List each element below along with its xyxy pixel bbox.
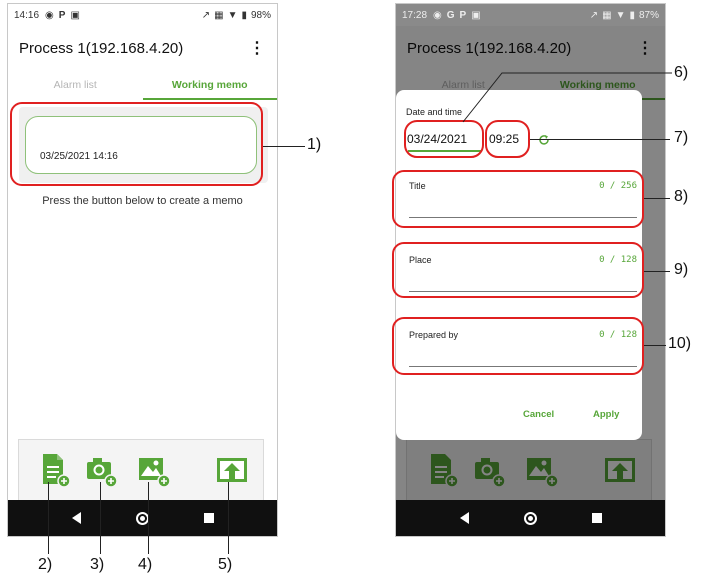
leader-9: [644, 271, 670, 272]
callout-prepared-by: [392, 317, 644, 375]
annotation-2: 2): [38, 556, 53, 573]
leader-6: [462, 72, 672, 123]
annotation-10: 10): [668, 335, 692, 352]
tab-working-memo[interactable]: Working memo: [143, 70, 278, 100]
status-bar: 14:16 ◉ P ▣ ↗ ▦ ▼ ▮ 98%: [8, 4, 277, 26]
annotation-8: 8): [674, 188, 689, 205]
battery-level: 98%: [250, 9, 271, 21]
status-bar: 17:28 ◉ G P ▣ ↗ ▦ ▼ ▮ 87%: [396, 4, 665, 26]
annotation-4: 4): [138, 556, 153, 573]
leader-2: [48, 482, 49, 554]
leader-8: [644, 198, 670, 199]
overflow-menu-icon[interactable]: ⋮: [249, 38, 265, 58]
notification-icons: ◉ P ▣: [45, 10, 80, 21]
vibrate-icon: ▦: [602, 9, 612, 21]
system-nav-bar: [396, 500, 665, 536]
leader-4: [148, 482, 149, 554]
callout-date: [404, 120, 484, 158]
wifi-icon: ◉: [433, 9, 442, 21]
battery-level: 87%: [638, 9, 659, 21]
parking-icon: P: [58, 9, 66, 21]
status-time: 14:16: [14, 9, 40, 21]
app-bar: Process 1(192.168.4.20) ⋮: [8, 26, 277, 70]
annotation-9: 9): [674, 261, 689, 278]
tab-alarm-list[interactable]: Alarm list: [8, 70, 143, 100]
cancel-button[interactable]: Cancel: [523, 409, 554, 420]
new-memo-icon[interactable]: [39, 452, 73, 488]
phone-screen-left: 14:16 ◉ P ▣ ↗ ▦ ▼ ▮ 98% Process 1(192.16…: [7, 3, 278, 537]
status-time: 17:28: [402, 9, 428, 21]
system-icons: ↗ ▦ ▼ ▮ 98%: [202, 10, 271, 21]
callout-time: [485, 120, 530, 158]
notification-icons: ◉ G P ▣: [433, 10, 481, 21]
annotation-3: 3): [90, 556, 105, 573]
leader-7: [530, 139, 670, 140]
leader-1: [263, 146, 305, 147]
parking-icon: P: [459, 9, 467, 21]
nfc-icon: ↗: [589, 9, 599, 21]
image-notification-icon: ▣: [471, 9, 481, 21]
callout-memo-card: [10, 102, 263, 186]
image-notification-icon: ▣: [70, 9, 80, 21]
date-time-label: Date and time: [406, 107, 463, 117]
vibrate-icon: ▦: [214, 9, 224, 21]
signal-icon: ▼: [615, 9, 626, 21]
leader-3: [100, 482, 101, 554]
add-image-icon[interactable]: [137, 452, 171, 488]
home-icon[interactable]: [135, 511, 149, 525]
battery-icon: ▮: [241, 9, 247, 21]
callout-place: [392, 242, 644, 298]
tab-bar: Alarm list Working memo: [8, 70, 277, 100]
create-memo-hint: Press the button below to create a memo: [42, 195, 243, 207]
tab-indicator: [142, 98, 277, 100]
battery-icon: ▮: [629, 9, 635, 21]
back-icon[interactable]: [71, 512, 81, 524]
refresh-icon[interactable]: [538, 134, 550, 146]
annotation-7: 7): [674, 129, 689, 146]
leader-5: [228, 482, 229, 554]
annotation-1: 1): [307, 136, 322, 153]
wifi-icon: ◉: [45, 9, 54, 21]
leader-10: [644, 345, 666, 346]
signal-icon: ▼: [227, 9, 238, 21]
page-title: Process 1(192.168.4.20): [19, 39, 184, 57]
camera-icon[interactable]: [85, 452, 119, 488]
annotation-5: 5): [218, 556, 233, 573]
recent-apps-icon[interactable]: [591, 513, 602, 523]
apply-button[interactable]: Apply: [593, 409, 619, 420]
google-icon: G: [446, 9, 455, 21]
annotation-6: 6): [674, 64, 689, 81]
recent-apps-icon[interactable]: [203, 513, 214, 523]
export-icon[interactable]: [215, 452, 249, 488]
callout-title: [392, 170, 644, 228]
nfc-icon: ↗: [201, 9, 211, 21]
system-icons: ↗ ▦ ▼ ▮ 87%: [590, 10, 659, 21]
home-icon[interactable]: [523, 511, 537, 525]
back-icon[interactable]: [459, 512, 469, 524]
